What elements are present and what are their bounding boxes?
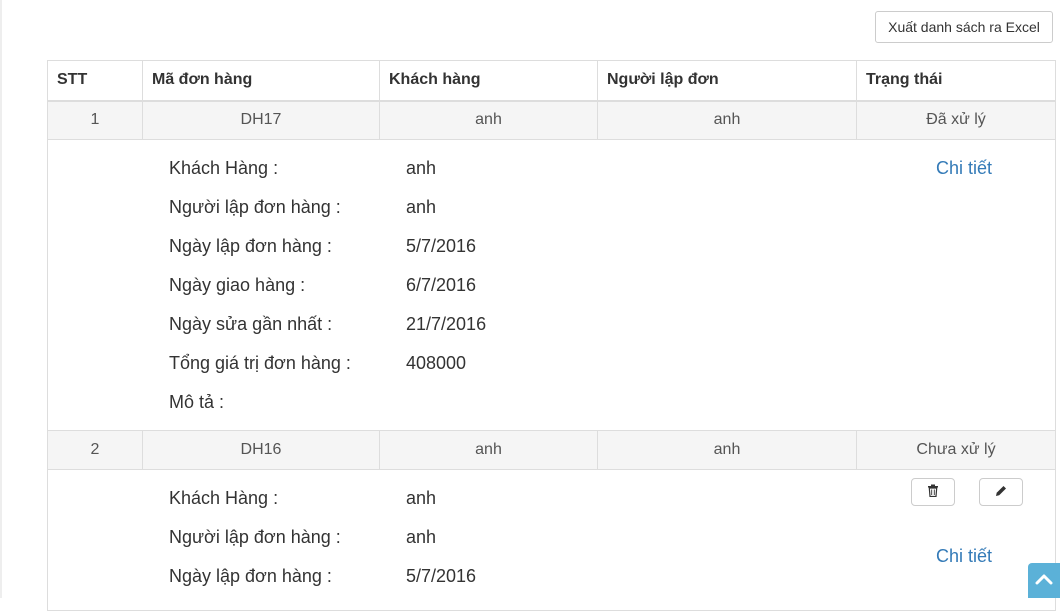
pencil-icon bbox=[995, 485, 1007, 500]
detail-field: Ngày giao hàng : 6/7/2016 bbox=[169, 275, 476, 295]
detail-field: Người lập đơn hàng : anh bbox=[169, 197, 436, 217]
header-stt: STT bbox=[47, 60, 143, 102]
trash-icon bbox=[927, 484, 939, 500]
scroll-to-top-button[interactable] bbox=[1028, 563, 1060, 598]
orders-table: STT Mã đơn hàng Khách hàng Người lập đơn… bbox=[47, 60, 1056, 611]
detail-field: Tổng giá trị đơn hàng : 408000 bbox=[169, 353, 466, 373]
page-left-border bbox=[0, 0, 2, 598]
header-creator: Người lập đơn bbox=[597, 60, 857, 102]
chevron-up-icon bbox=[1035, 572, 1053, 590]
order-detail-link[interactable]: Chi tiết bbox=[936, 546, 992, 567]
export-excel-button[interactable]: Xuất danh sách ra Excel bbox=[875, 11, 1053, 43]
cell-order-code: DH16 bbox=[142, 430, 380, 470]
detail-value: 6/7/2016 bbox=[406, 275, 477, 295]
detail-field: Mô tả : bbox=[169, 392, 406, 412]
detail-label: Ngày giao hàng : bbox=[169, 275, 306, 295]
table-row[interactable]: 2 DH16 anh anh Chưa xử lý bbox=[47, 430, 1056, 470]
detail-value: 408000 bbox=[406, 353, 467, 373]
detail-value: anh bbox=[406, 527, 437, 547]
cell-status: Chưa xử lý bbox=[856, 430, 1056, 470]
detail-value: 5/7/2016 bbox=[406, 566, 477, 586]
detail-value: 5/7/2016 bbox=[406, 236, 477, 256]
header-status: Trạng thái bbox=[856, 60, 1056, 102]
order-detail-link[interactable]: Chi tiết bbox=[936, 158, 992, 179]
header-customer: Khách hàng bbox=[379, 60, 598, 102]
order-detail-panel: Khách Hàng : anh Người lập đơn hàng : an… bbox=[47, 139, 1056, 431]
detail-field: Khách Hàng : anh bbox=[169, 488, 436, 508]
detail-label: Người lập đơn hàng : bbox=[169, 197, 341, 217]
order-detail-row: Khách Hàng : anh Người lập đơn hàng : an… bbox=[47, 469, 1056, 611]
cell-stt: 1 bbox=[47, 100, 143, 140]
detail-field: Ngày lập đơn hàng : 5/7/2016 bbox=[169, 566, 476, 586]
detail-label: Ngày sửa gần nhất : bbox=[169, 314, 333, 334]
detail-label: Ngày lập đơn hàng : bbox=[169, 236, 332, 256]
cell-creator: anh bbox=[597, 430, 857, 470]
detail-label: Ngày lập đơn hàng : bbox=[169, 566, 332, 586]
cell-customer: anh bbox=[379, 100, 598, 140]
detail-value: anh bbox=[406, 158, 437, 178]
detail-label: Khách Hàng : bbox=[169, 488, 279, 508]
detail-field: Khách Hàng : anh bbox=[169, 158, 436, 178]
table-row[interactable]: 1 DH17 anh anh Đã xử lý bbox=[47, 100, 1056, 140]
cell-creator: anh bbox=[597, 100, 857, 140]
detail-label: Mô tả : bbox=[169, 392, 225, 412]
detail-label: Khách Hàng : bbox=[169, 158, 279, 178]
order-detail-row: Khách Hàng : anh Người lập đơn hàng : an… bbox=[47, 139, 1056, 431]
header-order-code: Mã đơn hàng bbox=[142, 60, 380, 102]
order-detail-panel: Khách Hàng : anh Người lập đơn hàng : an… bbox=[47, 469, 1056, 611]
cell-customer: anh bbox=[379, 430, 598, 470]
cell-status: Đã xử lý bbox=[856, 100, 1056, 140]
detail-field: Ngày lập đơn hàng : 5/7/2016 bbox=[169, 236, 476, 256]
detail-label: Tổng giá trị đơn hàng : bbox=[169, 353, 351, 373]
detail-value: anh bbox=[406, 197, 437, 217]
detail-field: Ngày sửa gần nhất : 21/7/2016 bbox=[169, 314, 486, 334]
cell-stt: 2 bbox=[47, 430, 143, 470]
detail-value: anh bbox=[406, 488, 437, 508]
cell-order-code: DH17 bbox=[142, 100, 380, 140]
detail-value: 21/7/2016 bbox=[406, 314, 487, 334]
delete-button[interactable] bbox=[911, 478, 955, 506]
table-header-row: STT Mã đơn hàng Khách hàng Người lập đơn… bbox=[47, 60, 1056, 102]
detail-label: Người lập đơn hàng : bbox=[169, 527, 341, 547]
detail-field: Người lập đơn hàng : anh bbox=[169, 527, 436, 547]
edit-button[interactable] bbox=[979, 478, 1023, 506]
